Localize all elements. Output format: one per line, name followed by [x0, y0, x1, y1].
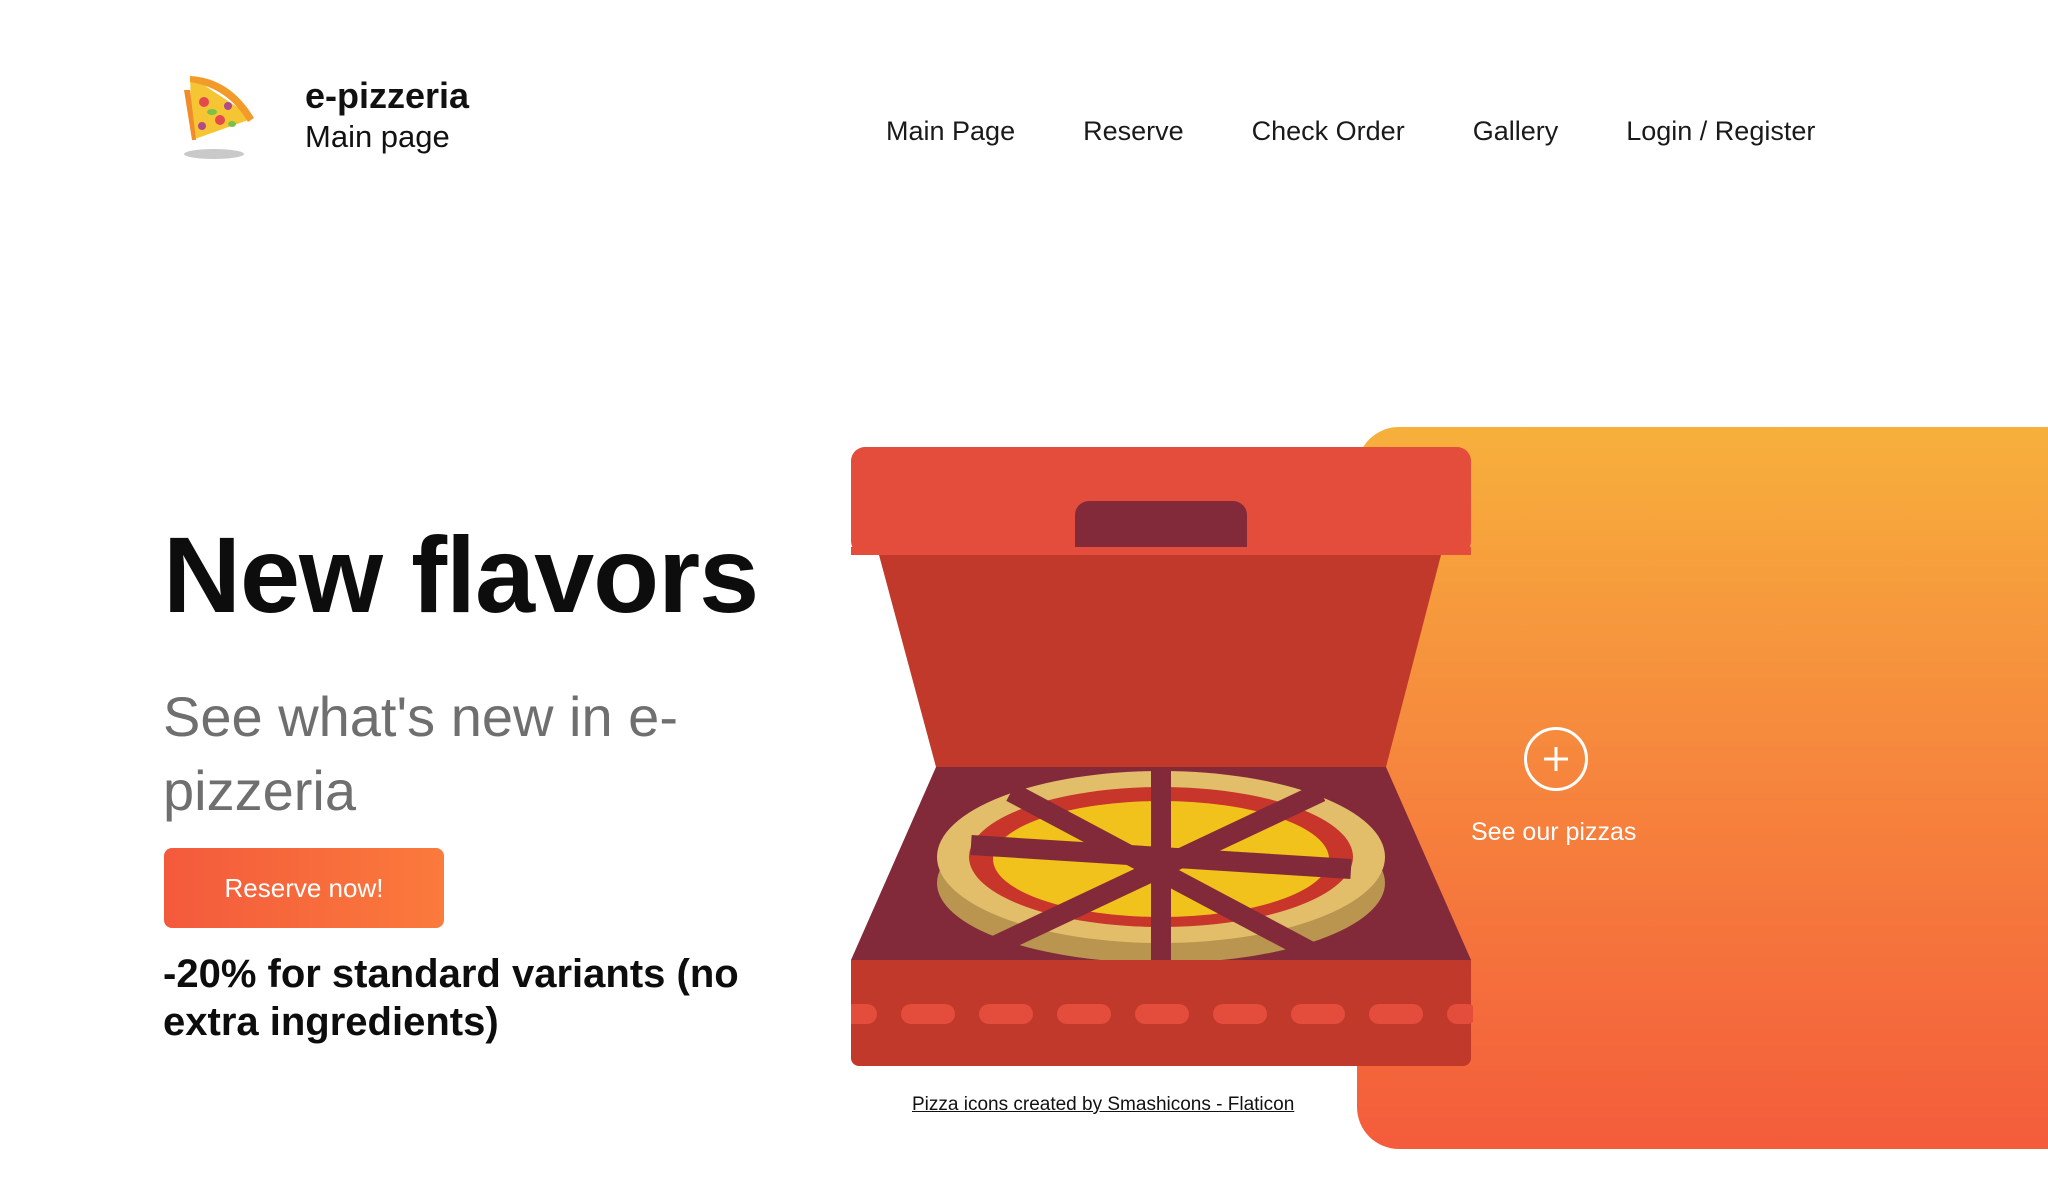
pizza-slice-icon [184, 76, 254, 159]
hero-subtitle: See what's new in e-pizzeria [163, 685, 678, 822]
see-pizzas-link[interactable]: See our pizzas [1471, 818, 1641, 847]
pizza-box-icon [851, 447, 1473, 1066]
nav-gallery[interactable]: Gallery [1473, 116, 1559, 147]
page: e-pizzeria Main page Main Page Reserve C… [0, 0, 2048, 1200]
nav-login-register[interactable]: Login / Register [1626, 116, 1815, 147]
brand-logo[interactable] [170, 64, 260, 164]
hero-title: New flavors [163, 514, 759, 635]
brand-name[interactable]: e-pizzeria [305, 76, 469, 116]
reserve-now-button[interactable]: Reserve now! [164, 848, 444, 928]
main-nav: Main Page Reserve Check Order Gallery Lo… [886, 116, 1815, 147]
nav-main-page[interactable]: Main Page [886, 116, 1015, 147]
page-subtitle: Main page [305, 119, 450, 154]
plus-circle-icon[interactable] [1524, 727, 1588, 791]
icon-credit-link[interactable]: Pizza icons created by Smashicons - Flat… [912, 1094, 1294, 1116]
nav-check-order[interactable]: Check Order [1252, 116, 1405, 147]
promo-text: -20% for standard variants (no extra ing… [163, 952, 739, 1044]
nav-reserve[interactable]: Reserve [1083, 116, 1184, 147]
brand-text: e-pizzeria Main page [305, 76, 469, 158]
